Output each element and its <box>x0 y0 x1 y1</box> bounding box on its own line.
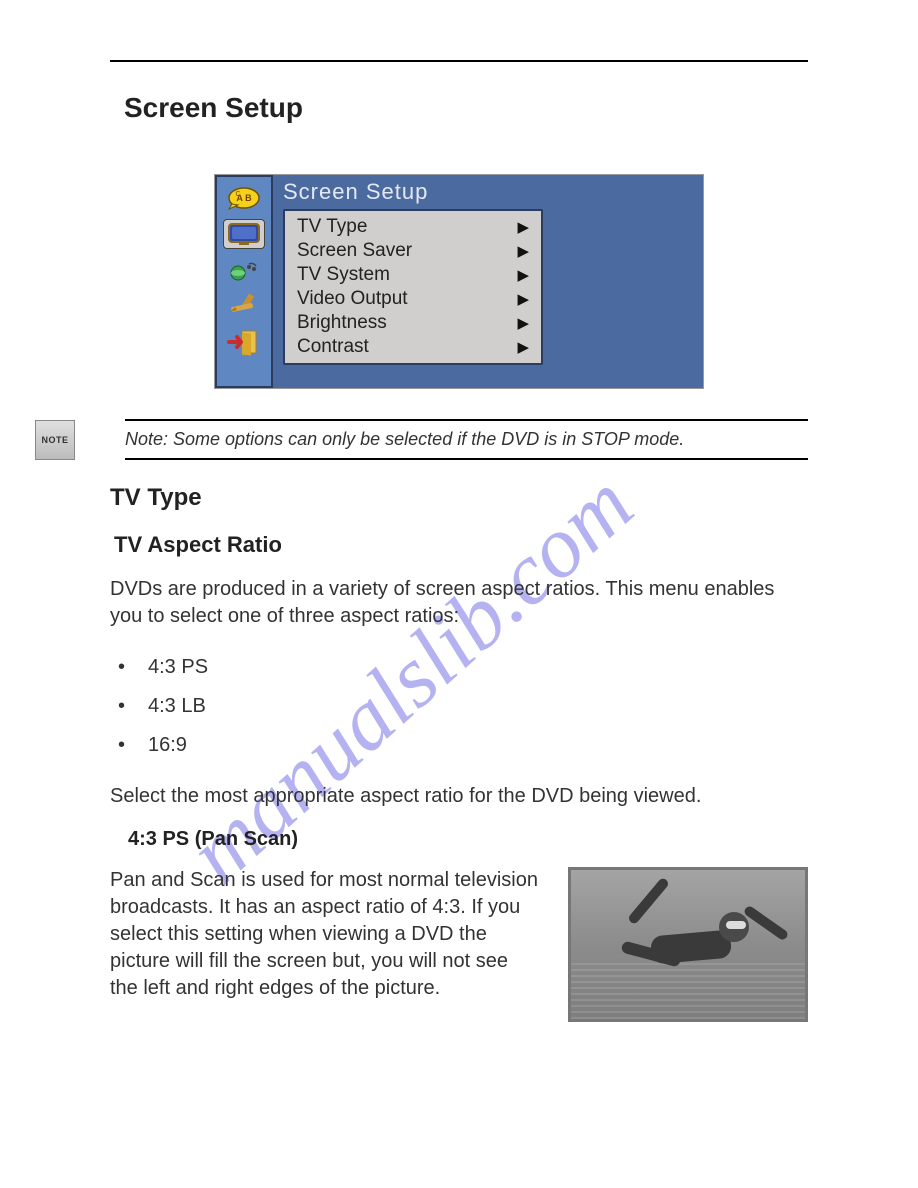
osd-item-video-output: Video Output ▶ <box>297 287 529 311</box>
osd-item-tv-system: TV System ▶ <box>297 263 529 287</box>
osd-item-tv-type: TV Type ▶ <box>297 215 529 239</box>
osd-item-label: Contrast <box>297 336 369 358</box>
chevron-right-icon: ▶ <box>517 242 529 260</box>
note-text: Note: Some options can only be selected … <box>125 429 808 450</box>
osd-item-brightness: Brightness ▶ <box>297 311 529 335</box>
language-icon: A BC <box>223 183 265 213</box>
intro-paragraph: DVDs are produced in a variety of screen… <box>110 576 808 630</box>
after-list-paragraph: Select the most appropriate aspect ratio… <box>110 783 808 810</box>
osd-item-label: TV System <box>297 264 390 286</box>
osd-item-label: Screen Saver <box>297 240 412 262</box>
note-badge: NOTE <box>35 420 75 460</box>
list-item: 4:3 PS <box>118 648 808 687</box>
osd-main: Screen Setup TV Type ▶ Screen Saver ▶ TV S… <box>273 175 703 388</box>
page-content: Screen Setup A BC <box>0 0 918 1022</box>
osd-item-screen-saver: Screen Saver ▶ <box>297 239 529 263</box>
exit-icon <box>223 327 265 357</box>
screen-icon <box>223 219 265 249</box>
osd-item-contrast: Contrast ▶ <box>297 335 529 359</box>
list-item: 16:9 <box>118 726 808 765</box>
top-rule <box>110 60 808 62</box>
chevron-right-icon: ▶ <box>517 290 529 308</box>
custom-icon <box>223 291 265 321</box>
osd-item-label: Brightness <box>297 312 387 334</box>
heading-tv-type: TV Type <box>110 484 808 512</box>
osd-menu-box: TV Type ▶ Screen Saver ▶ TV System ▶ Video … <box>283 209 543 365</box>
chevron-right-icon: ▶ <box>517 314 529 332</box>
audio-icon <box>223 255 265 285</box>
heading-pan-scan: 4:3 PS (Pan Scan) <box>128 828 808 851</box>
osd-title: Screen Setup <box>283 179 693 205</box>
pan-scan-row: Pan and Scan is used for most normal tel… <box>110 867 808 1022</box>
pan-scan-paragraph: Pan and Scan is used for most normal tel… <box>110 867 538 1002</box>
svg-text:C: C <box>235 191 240 198</box>
chevron-right-icon: ▶ <box>517 338 529 356</box>
pan-scan-illustration <box>568 867 808 1022</box>
aspect-ratio-list: 4:3 PS 4:3 LB 16:9 <box>118 648 808 765</box>
list-item: 4:3 LB <box>118 687 808 726</box>
heading-aspect-ratio: TV Aspect Ratio <box>114 532 808 558</box>
osd-screenshot: A BC Screen Setup TV Type ▶ <box>110 174 808 389</box>
page-title: Screen Setup <box>124 92 808 124</box>
chevron-right-icon: ▶ <box>517 218 529 236</box>
osd-item-label: Video Output <box>297 288 408 310</box>
note-block: NOTE Note: Some options can only be sele… <box>35 419 808 460</box>
chevron-right-icon: ▶ <box>517 266 529 284</box>
osd-sidebar: A BC <box>215 175 273 388</box>
osd-panel: A BC Screen Setup TV Type ▶ <box>214 174 704 389</box>
osd-item-label: TV Type <box>297 216 367 238</box>
note-text-wrap: Note: Some options can only be selected … <box>125 419 808 460</box>
